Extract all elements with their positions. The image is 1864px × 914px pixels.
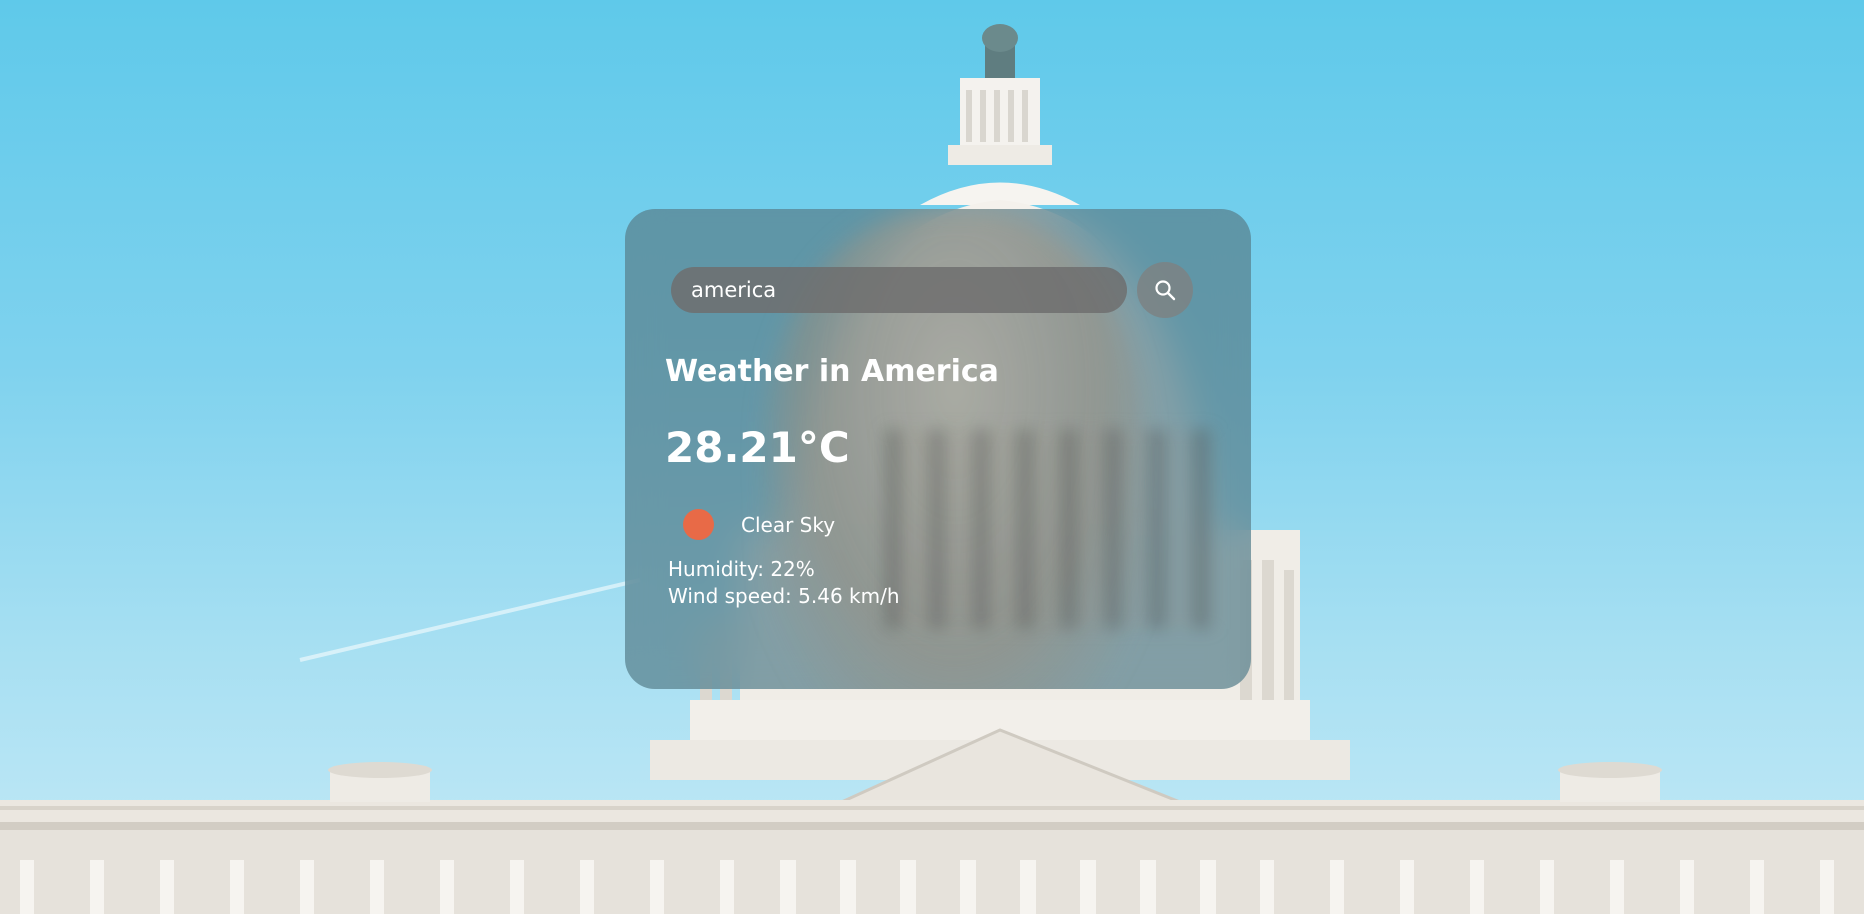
search-input[interactable] xyxy=(671,267,1127,313)
city-title: Weather in America xyxy=(665,354,999,389)
weather-details: Humidity: 22% Wind speed: 5.46 km/h xyxy=(668,556,900,610)
temperature-value: 28.21°C xyxy=(665,423,850,472)
condition-label: Clear Sky xyxy=(741,512,836,537)
search-button[interactable] xyxy=(1137,262,1193,318)
search-bar xyxy=(671,262,1211,318)
sun-icon xyxy=(683,509,714,540)
weather-condition: Clear Sky xyxy=(683,509,835,540)
card-backdrop-columns xyxy=(885,429,1215,629)
humidity-text: Humidity: 22% xyxy=(668,557,815,581)
wind-speed-text: Wind speed: 5.46 km/h xyxy=(668,584,900,608)
weather-card: Weather in America 28.21°C Clear Sky Hum… xyxy=(625,209,1251,689)
search-icon xyxy=(1155,280,1176,301)
